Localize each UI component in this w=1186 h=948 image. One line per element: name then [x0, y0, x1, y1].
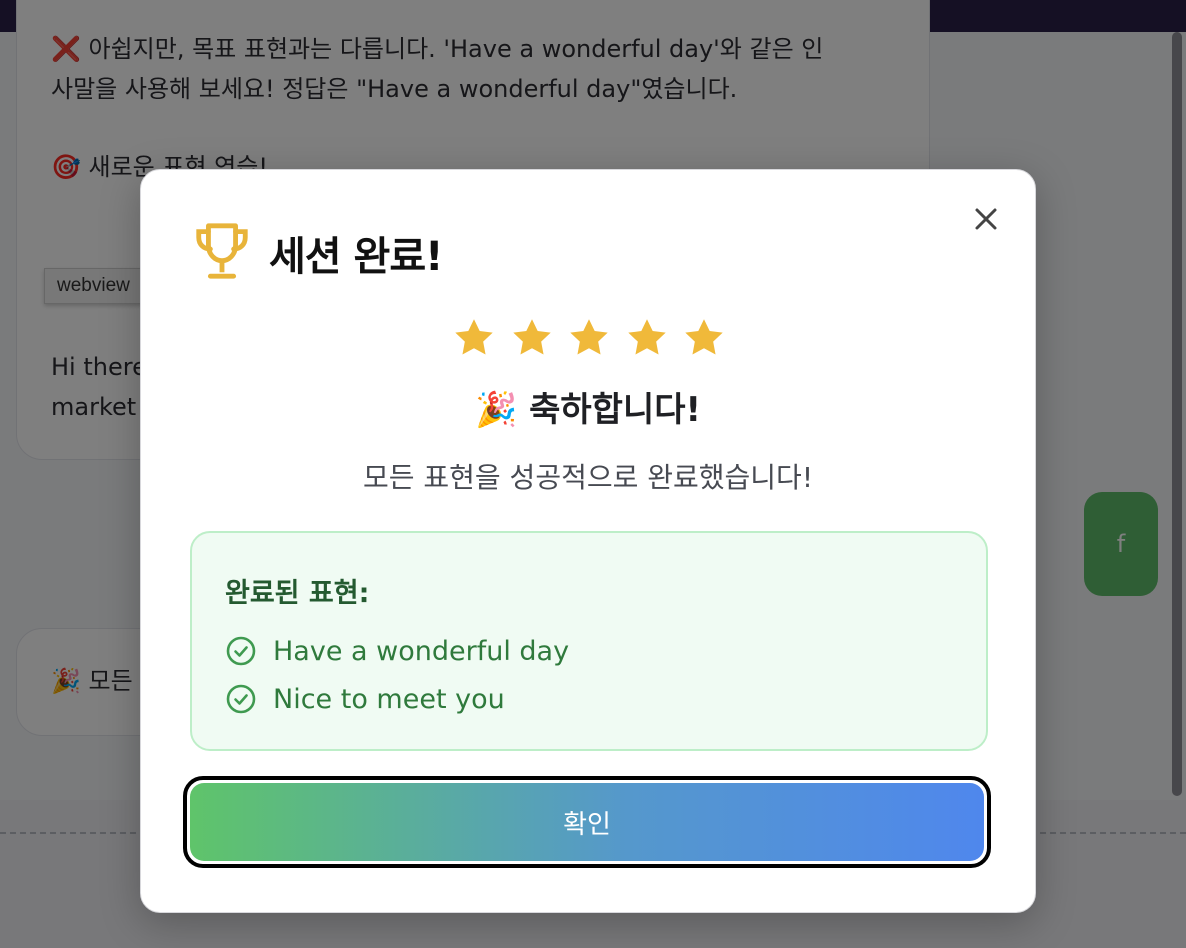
- star-icon: [512, 319, 551, 355]
- modal-title: 세션 완료!: [269, 234, 443, 280]
- star-icon: [627, 319, 666, 355]
- completed-phrase-item: Have a wonderful day: [225, 635, 569, 667]
- star-rating: [451, 316, 727, 360]
- trophy-icon: [196, 223, 248, 279]
- star-icon: [455, 319, 493, 355]
- phrase-text: Nice to meet you: [273, 683, 505, 715]
- confirm-button[interactable]: 확인: [190, 783, 984, 861]
- star-icon: [685, 319, 723, 355]
- check-circle-icon: [226, 684, 256, 714]
- phrase-text: Have a wonderful day: [273, 635, 570, 667]
- completed-expressions-title: 완료된 표현:: [225, 578, 370, 609]
- check-circle-icon: [226, 636, 256, 666]
- close-icon[interactable]: [971, 204, 1001, 234]
- completion-subtitle: 모든 표현을 성공적으로 완료했습니다!: [362, 461, 814, 494]
- completed-expressions-box: 완료된 표현: Have a wonderful day Nice to mee…: [190, 531, 988, 751]
- completed-phrase-item: Nice to meet you: [225, 683, 505, 715]
- session-complete-modal: 세션 완료! 🎉 축하합니다! 모든 표현을 성공적으로 완료했습니다! 완료된…: [140, 169, 1036, 913]
- star-icon: [570, 319, 608, 355]
- congrats-heading: 🎉 축하합니다!: [474, 390, 702, 430]
